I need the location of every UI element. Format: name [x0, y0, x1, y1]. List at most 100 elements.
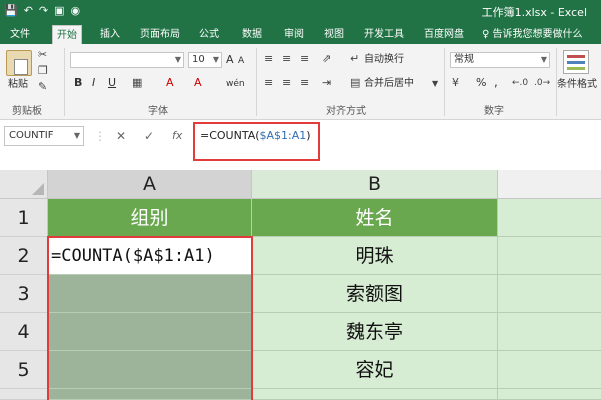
merge-center-button[interactable]: 合并后居中 — [364, 77, 414, 91]
fill-color-icon[interactable]: A — [166, 76, 174, 90]
cell-c5[interactable] — [498, 351, 601, 389]
tab-review[interactable]: 审阅 — [280, 25, 308, 44]
cancel-icon[interactable]: ✕ — [116, 126, 126, 146]
tab-developer[interactable]: 开发工具 — [360, 25, 408, 44]
cell-b5[interactable]: 容妃 — [252, 351, 498, 389]
cell-b2[interactable]: 明珠 — [252, 237, 498, 275]
cell-b6[interactable] — [252, 389, 498, 400]
tab-formulas[interactable]: 公式 — [195, 25, 223, 44]
chevron-down-icon: ▼ — [73, 131, 80, 140]
new-file-icon[interactable]: ▣ — [54, 3, 64, 19]
percent-button[interactable]: % — [476, 76, 486, 90]
align-middle-icon[interactable]: ≡ — [282, 52, 291, 66]
alignment-group-label: 对齐方式 — [326, 106, 366, 117]
align-top-icon[interactable]: ≡ — [264, 52, 273, 66]
font-name-combo[interactable]: ▼ — [70, 52, 184, 68]
tab-data[interactable]: 数据 — [238, 25, 266, 44]
column-header-b[interactable]: B — [252, 170, 498, 199]
row-header-1[interactable]: 1 — [0, 199, 48, 237]
more-options-icon: ⋮ — [94, 129, 106, 143]
cell-c3[interactable] — [498, 275, 601, 313]
chevron-down-icon: ▼ — [174, 55, 181, 64]
cell-b4[interactable]: 魏东亭 — [252, 313, 498, 351]
row-header-2[interactable]: 2 — [0, 237, 48, 275]
merge-center-icon[interactable]: ▤ — [350, 76, 360, 90]
paste-button-label[interactable]: 粘贴 — [8, 78, 28, 92]
wrap-text-button[interactable]: 自动换行 — [364, 53, 404, 67]
row-header-3[interactable]: 3 — [0, 275, 48, 313]
align-left-icon[interactable]: ≡ — [264, 76, 273, 90]
tab-home[interactable]: 开始 — [52, 25, 82, 44]
underline-button[interactable]: U — [108, 76, 116, 90]
conditional-format-button[interactable]: 条件格式 — [557, 78, 597, 92]
chevron-down-icon: ▼ — [540, 55, 547, 64]
paste-icon[interactable] — [6, 50, 32, 76]
cell-c6[interactable] — [498, 389, 601, 400]
cut-icon[interactable]: ✂ — [38, 48, 47, 62]
redo-icon[interactable]: ↷ — [39, 3, 48, 19]
bold-button[interactable]: B — [74, 76, 82, 90]
insert-function-icon[interactable]: fx — [172, 126, 182, 146]
formula-highlight-box — [193, 122, 320, 161]
name-box[interactable]: COUNTIF ▼ — [4, 126, 84, 146]
wrap-text-icon[interactable]: ↵ — [350, 52, 359, 66]
font-color-icon[interactable]: A — [194, 76, 202, 90]
number-format-combo[interactable]: 常规 ▼ — [450, 52, 550, 68]
group-separator — [444, 48, 445, 116]
title-bar: 💾 ↶ ↷ ▣ ◉ 工作簿1.xlsx - Excel — [0, 0, 601, 22]
font-group-label: 字体 — [148, 106, 168, 117]
italic-button[interactable]: I — [92, 76, 95, 90]
row-header-5[interactable]: 5 — [0, 351, 48, 389]
cell-c2[interactable] — [498, 237, 601, 275]
font-size-value: 10 — [192, 54, 205, 65]
tab-file[interactable]: 文件 — [6, 25, 34, 44]
border-icon[interactable]: ▦ — [132, 76, 142, 90]
save-icon[interactable]: 💾 — [4, 3, 18, 19]
ribbon-home: 粘贴 ✂ ❐ ✎ 剪贴板 ▼ 10 ▼ A A B I U ▦ A A wén … — [0, 44, 601, 120]
column-header-a[interactable]: A — [48, 170, 252, 199]
tell-me-search[interactable]: ♀ 告诉我您想要做什么 — [482, 25, 583, 44]
window-title: 工作簿1.xlsx - Excel — [481, 6, 587, 19]
chevron-down-icon[interactable]: ▼ — [432, 77, 438, 91]
select-all-button[interactable] — [0, 170, 48, 199]
format-painter-icon[interactable]: ✎ — [38, 80, 47, 94]
indent-icon[interactable]: ⇥ — [322, 76, 331, 90]
align-center-icon[interactable]: ≡ — [282, 76, 291, 90]
tab-baidu-netdisk[interactable]: 百度网盘 — [420, 25, 468, 44]
number-format-value: 常规 — [454, 54, 474, 65]
currency-icon[interactable]: ¥ — [452, 76, 459, 90]
grow-font-icon[interactable]: A — [226, 53, 234, 67]
shrink-font-icon[interactable]: A — [238, 54, 244, 68]
camera-icon[interactable]: ◉ — [71, 3, 81, 19]
undo-icon[interactable]: ↶ — [24, 3, 33, 19]
comma-button[interactable]: , — [494, 75, 498, 89]
enter-icon[interactable]: ✓ — [144, 126, 154, 146]
cell-a1[interactable]: 组别 — [48, 199, 252, 237]
quick-access-toolbar: 💾 ↶ ↷ ▣ ◉ — [4, 3, 80, 19]
row-header-4[interactable]: 4 — [0, 313, 48, 351]
group-separator — [256, 48, 257, 116]
cell-c1[interactable] — [498, 199, 601, 237]
chevron-down-icon: ▼ — [212, 55, 219, 64]
cell-c4[interactable] — [498, 313, 601, 351]
cell-b3[interactable]: 索额图 — [252, 275, 498, 313]
align-bottom-icon[interactable]: ≡ — [300, 52, 309, 66]
row-header-6[interactable] — [0, 389, 48, 400]
tab-view[interactable]: 视图 — [320, 25, 348, 44]
selection-highlight-box — [47, 236, 253, 400]
decrease-decimal-icon[interactable]: .0→ — [534, 76, 550, 90]
align-right-icon[interactable]: ≡ — [300, 76, 309, 90]
name-box-value: COUNTIF — [9, 130, 54, 141]
conditional-format-icon[interactable] — [563, 50, 589, 74]
tab-insert[interactable]: 插入 — [96, 25, 124, 44]
orientation-icon[interactable]: ⇗ — [322, 52, 331, 66]
increase-decimal-icon[interactable]: ←.0 — [512, 76, 528, 90]
cell-b1[interactable]: 姓名 — [252, 199, 498, 237]
font-size-combo[interactable]: 10 ▼ — [188, 52, 222, 68]
clipboard-group-label: 剪贴板 — [12, 106, 42, 117]
tab-page-layout[interactable]: 页面布局 — [136, 25, 184, 44]
group-separator — [64, 48, 65, 116]
column-header-c[interactable] — [498, 170, 601, 199]
phonetic-icon[interactable]: wén — [226, 77, 245, 91]
copy-icon[interactable]: ❐ — [38, 64, 48, 78]
